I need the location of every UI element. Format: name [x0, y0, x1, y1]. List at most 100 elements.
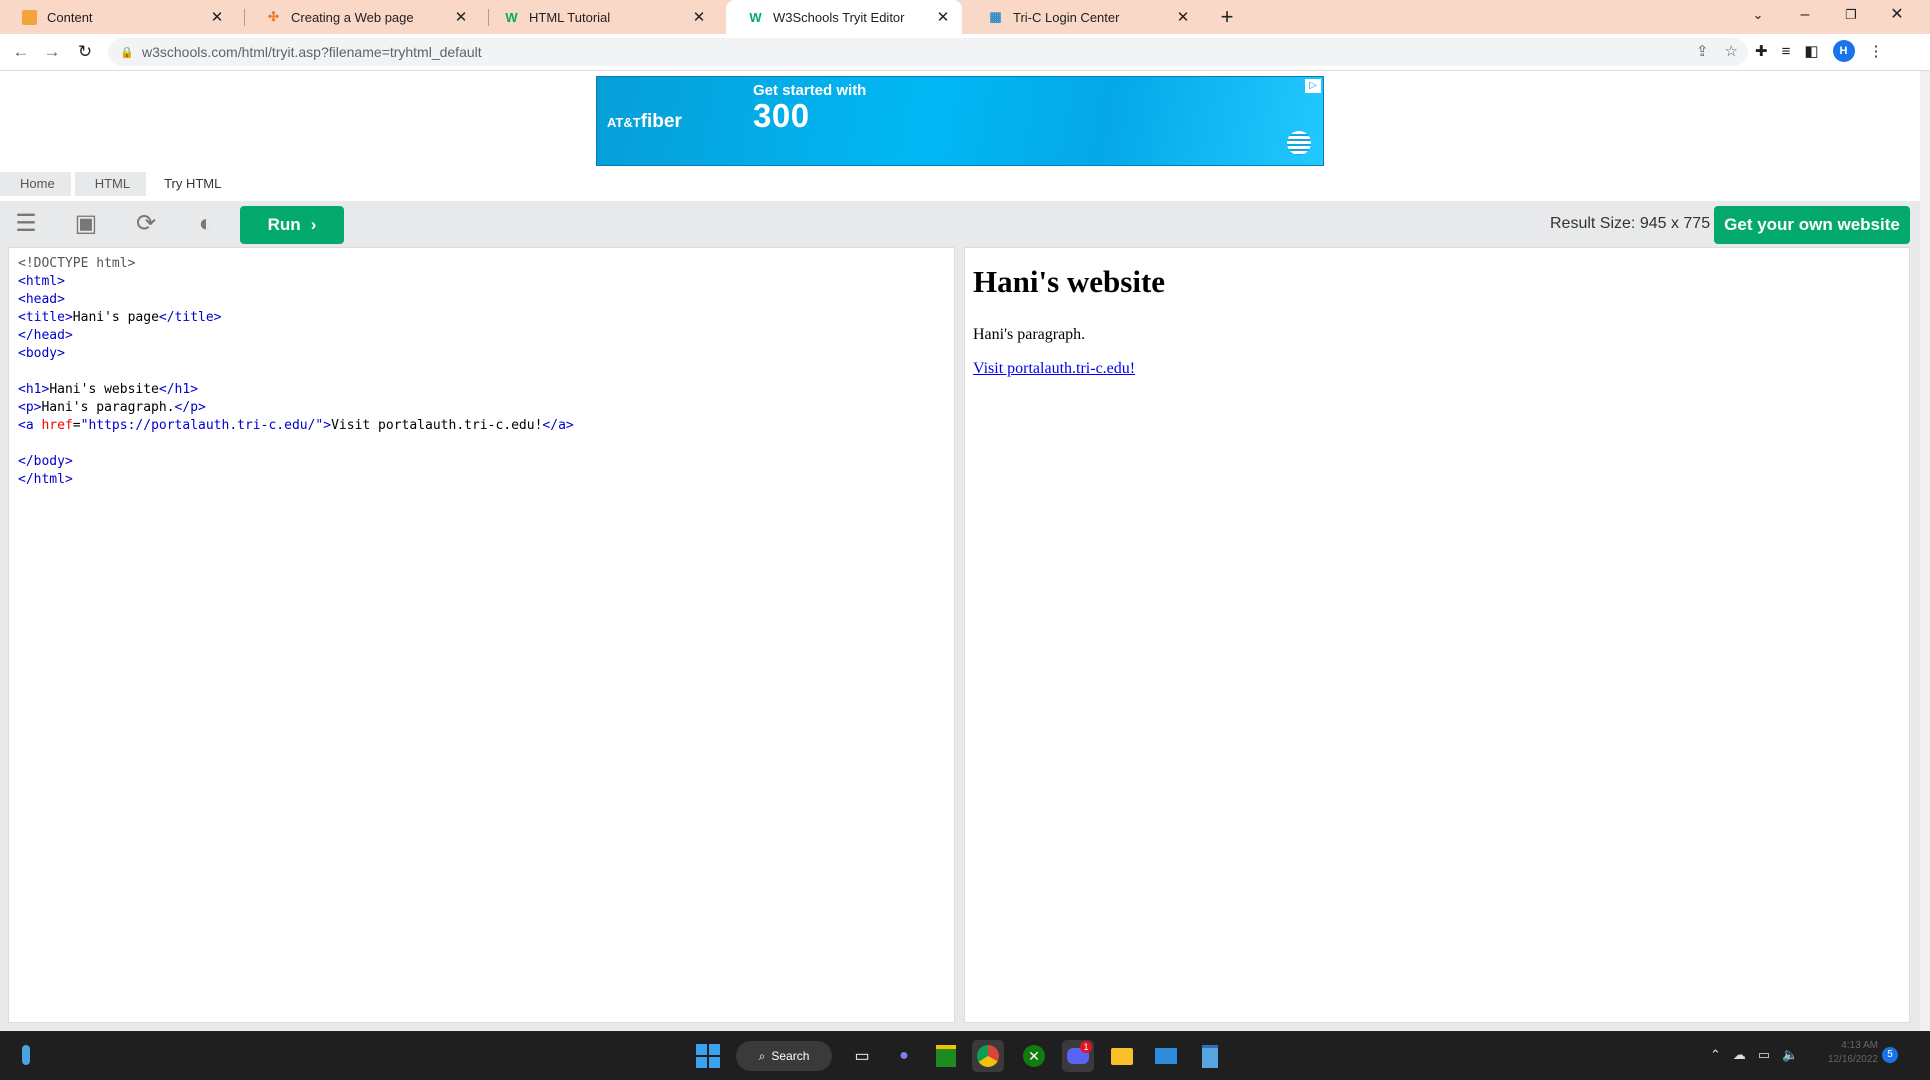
run-label: Run: [267, 215, 301, 234]
code-tag: <a: [18, 418, 34, 433]
back-arrow-icon[interactable]: ←: [9, 40, 33, 64]
search-icon: ⌕: [758, 1048, 766, 1063]
notepad-icon[interactable]: [1194, 1040, 1226, 1072]
code-text-content: Hani's website: [49, 382, 159, 397]
chevron-up-icon[interactable]: ⌃: [1710, 1047, 1721, 1063]
volume-icon[interactable]: 🔈: [1782, 1047, 1798, 1063]
chevron-right-icon: ›: [310, 215, 317, 234]
get-own-website-button[interactable]: Get your own website: [1714, 206, 1910, 244]
close-icon[interactable]: ✕: [208, 8, 226, 26]
discord-icon[interactable]: 1: [1062, 1040, 1094, 1072]
teams-chat-icon[interactable]: ●: [888, 1040, 920, 1072]
code-tag: </html>: [18, 472, 73, 487]
tab-search-chevron-icon[interactable]: ⌄: [1735, 0, 1781, 30]
windows-start-icon[interactable]: [696, 1044, 720, 1068]
thermometer-icon: [22, 1045, 30, 1065]
address-bar[interactable]: 🔒 w3schools.com/html/tryit.asp?filename=…: [108, 38, 1748, 66]
tab-tryit-editor[interactable]: W W3Schools Tryit Editor ✕: [726, 0, 962, 34]
onedrive-cloud-icon[interactable]: ☁: [1733, 1047, 1746, 1063]
save-icon[interactable]: ▣: [71, 209, 101, 239]
result-heading: Hani's website: [973, 264, 1166, 299]
code-editor[interactable]: <!DOCTYPE html> <html> <head> <title>Han…: [8, 247, 955, 1023]
tri-c-icon: ✣: [268, 9, 279, 24]
browser-toolbar: ← → ↻ 🔒 w3schools.com/html/tryit.asp?fil…: [0, 34, 1930, 71]
run-button[interactable]: Run ›: [240, 206, 344, 244]
code-equals: =: [72, 418, 81, 433]
code-tag: <h1>: [18, 382, 50, 397]
code-tag: <html>: [18, 274, 65, 289]
tab-html-tutorial[interactable]: W HTML Tutorial ✕: [482, 0, 718, 34]
editor-gutter: [0, 247, 8, 1027]
network-icon[interactable]: ▭: [1758, 1047, 1770, 1063]
w3schools-icon: W: [505, 9, 518, 25]
content-icon: [22, 9, 37, 25]
store-app-icon[interactable]: [930, 1040, 962, 1072]
code-text[interactable]: <!DOCTYPE html> <html> <head> <title>Han…: [18, 255, 574, 489]
minimize-button[interactable]: –: [1782, 0, 1828, 30]
tab-title: Content: [47, 9, 93, 25]
hamburger-menu-icon[interactable]: ☰: [11, 209, 41, 239]
close-icon[interactable]: ✕: [1174, 8, 1192, 26]
rotate-layout-icon[interactable]: ⟳: [131, 209, 161, 239]
code-tag: <body>: [18, 346, 65, 361]
breadcrumb: Home HTML Try HTML: [0, 172, 241, 196]
code-tag: </p>: [174, 400, 206, 415]
tab-strip: Content ✕ ✣ Creating a Web page ✕ W HTML…: [0, 0, 1930, 34]
forward-arrow-icon[interactable]: →: [40, 40, 64, 64]
taskbar-search-button[interactable]: ⌕ Search: [736, 1041, 832, 1071]
taskbar-clock[interactable]: 4:13 AM 12/16/2022: [1820, 1039, 1878, 1067]
breadcrumb-html[interactable]: HTML: [74, 172, 147, 196]
code-attribute-value: "https://portalauth.tri-c.edu/": [80, 418, 324, 433]
ad-brand: AT&Tfiber: [607, 111, 682, 133]
dark-mode-icon[interactable]: ◐: [191, 209, 221, 239]
code-tag: <head>: [18, 292, 65, 307]
code-attribute: href: [41, 418, 73, 433]
restore-button[interactable]: ❐: [1828, 0, 1874, 30]
advertisement-banner[interactable]: AT&Tfiber Get started with 300 ▷: [596, 76, 1324, 166]
new-tab-button[interactable]: +: [1214, 4, 1240, 30]
ad-speed: 300: [753, 97, 810, 134]
chrome-taskbar-icon[interactable]: [972, 1040, 1004, 1072]
side-panel-icon[interactable]: ◧: [1804, 42, 1818, 60]
system-tray: ⌃ ☁ ▭ 🔈: [1710, 1047, 1798, 1063]
editor-toolbar: ☰ ▣ ⟳ ◐ Run › Result Size: 945 x 775 Get…: [0, 201, 1920, 247]
code-doctype: <!DOCTYPE html>: [18, 256, 136, 271]
breadcrumb-home[interactable]: Home: [0, 172, 71, 196]
url-text: w3schools.com/html/tryit.asp?filename=tr…: [142, 44, 482, 60]
code-tag: </h1>: [158, 382, 199, 397]
breadcrumb-try-html: Try HTML: [164, 176, 222, 191]
extensions-puzzle-icon[interactable]: ✚: [1755, 42, 1768, 60]
editor-gutter: [1910, 247, 1920, 1027]
tab-title: W3Schools Tryit Editor: [773, 9, 905, 25]
share-icon[interactable]: ⇪: [1696, 42, 1709, 60]
task-view-icon[interactable]: ▭: [846, 1040, 878, 1072]
close-icon[interactable]: ✕: [690, 8, 708, 26]
att-globe-logo: [1287, 131, 1311, 155]
profile-avatar[interactable]: H: [1832, 40, 1855, 62]
kebab-menu-icon[interactable]: ⋮: [1869, 42, 1884, 60]
discord-badge: 1: [1080, 1041, 1092, 1053]
tab-title: HTML Tutorial: [529, 9, 611, 25]
page-scrollbar[interactable]: [1920, 71, 1930, 1031]
media-control-icon[interactable]: ≡: [1782, 43, 1791, 60]
adchoices-icon[interactable]: ▷: [1305, 79, 1321, 93]
bookmark-star-icon[interactable]: ☆: [1725, 42, 1738, 60]
tab-creating-web-page[interactable]: ✣ Creating a Web page ✕: [244, 0, 480, 34]
result-link[interactable]: Visit portalauth.tri-c.edu!: [973, 360, 1135, 378]
result-size-text: Result Size: 945 x 775: [1550, 215, 1711, 232]
close-window-button[interactable]: ✕: [1874, 0, 1920, 30]
file-explorer-icon[interactable]: [1106, 1040, 1138, 1072]
mail-icon[interactable]: [1150, 1040, 1182, 1072]
tab-title: Tri-C Login Center: [1013, 9, 1120, 25]
reload-icon[interactable]: ↻: [73, 40, 97, 64]
close-icon[interactable]: ✕: [934, 8, 952, 26]
clock-time: 4:13 AM: [1841, 1040, 1878, 1051]
notification-badge[interactable]: 5: [1882, 1047, 1898, 1063]
w3schools-icon: W: [749, 9, 762, 25]
xbox-icon[interactable]: ✕: [1018, 1040, 1050, 1072]
close-icon[interactable]: ✕: [452, 8, 470, 26]
tab-tri-c-login[interactable]: ▦ Tri-C Login Center ✕: [966, 0, 1202, 34]
code-text-content: Hani's page: [72, 310, 159, 325]
panel-divider[interactable]: [955, 247, 964, 1027]
tab-content[interactable]: Content ✕: [0, 0, 236, 34]
